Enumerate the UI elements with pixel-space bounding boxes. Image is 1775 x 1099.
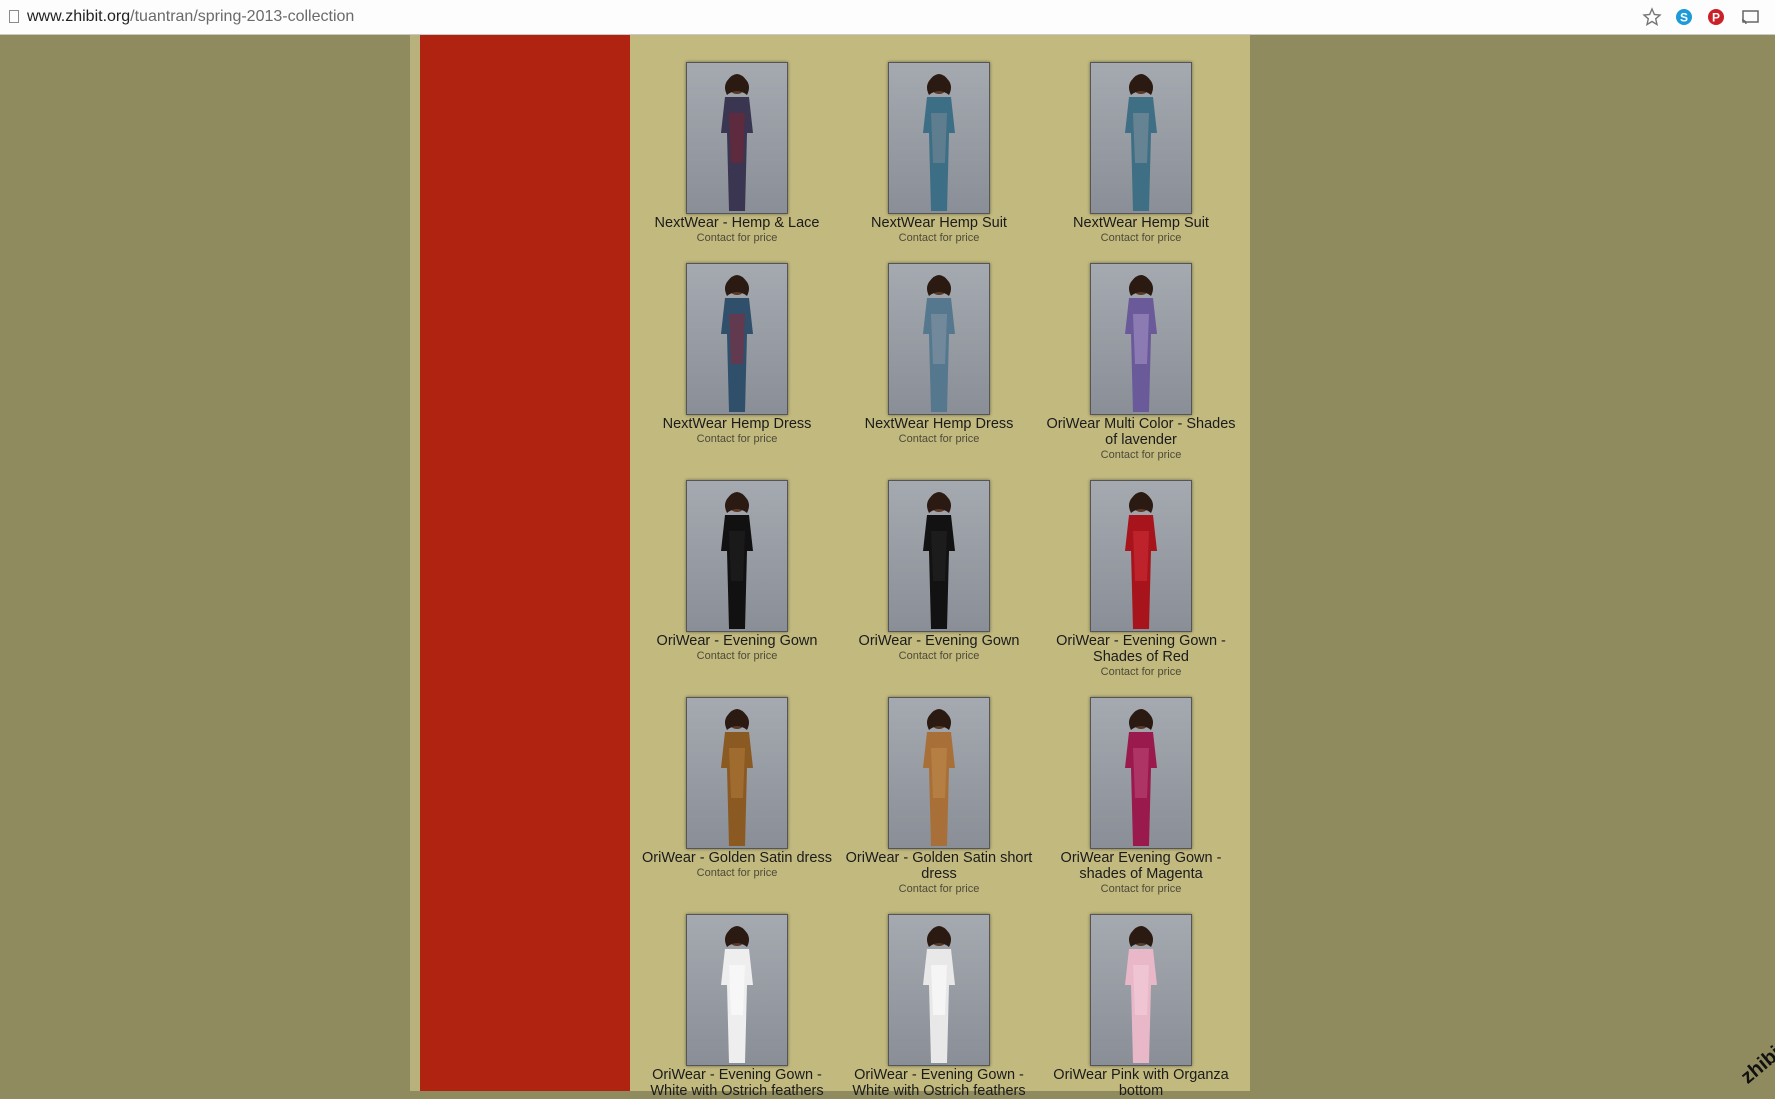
product-price: Contact for price [1100,232,1182,244]
gallery-item[interactable]: OriWear - Evening Gown - White with Ostr… [636,914,838,1099]
svg-text:S: S [1680,11,1688,25]
product-photo[interactable] [888,263,990,415]
product-photo[interactable] [1090,914,1192,1066]
product-name[interactable]: NextWear Hemp Dress [838,416,1040,432]
product-price: Contact for price [696,650,778,662]
product-photo[interactable] [686,62,788,214]
product-name[interactable]: NextWear Hemp Suit [1040,215,1242,231]
skype-icon[interactable]: S [1674,7,1694,27]
product-name[interactable]: OriWear - Evening Gown [636,633,838,649]
gallery-item[interactable]: OriWear Multi Color - Shades of lavender… [1040,263,1242,462]
page-icon [9,10,19,23]
product-photo[interactable] [888,914,990,1066]
product-price: Contact for price [1100,449,1182,461]
url-text[interactable]: www.zhibit.org/tuantran/spring-2013-coll… [27,8,354,26]
gallery-item[interactable]: NextWear - Hemp & Lace Contact for price [636,62,838,245]
product-name[interactable]: NextWear - Hemp & Lace [636,215,838,231]
product-photo[interactable] [1090,263,1192,415]
product-photo[interactable] [888,480,990,632]
gallery-item[interactable]: OriWear - Evening Gown Contact for price [636,480,838,663]
product-photo[interactable] [1090,62,1192,214]
gallery-item[interactable]: OriWear - Evening Gown Contact for price [838,480,1040,663]
red-sidebar [420,35,630,1091]
product-name[interactable]: OriWear - Evening Gown - White with Ostr… [636,1067,838,1099]
product-photo[interactable] [686,697,788,849]
product-name[interactable]: OriWear Multi Color - Shades of lavender [1040,416,1242,448]
page-background [0,35,410,1091]
gallery-item[interactable]: OriWear Evening Gown - shades of Magenta… [1040,697,1242,896]
gallery-item[interactable]: NextWear Hemp Dress Contact for price [636,263,838,446]
product-price: Contact for price [696,867,778,879]
product-photo[interactable] [888,697,990,849]
product-price: Contact for price [898,433,980,445]
gallery-item[interactable]: OriWear - Evening Gown - White with Ostr… [838,914,1040,1099]
svg-text:P: P [1712,11,1720,25]
product-price: Contact for price [696,232,778,244]
zhibit-watermark: zhibit [1736,1037,1775,1089]
product-name[interactable]: NextWear Hemp Suit [838,215,1040,231]
product-name[interactable]: NextWear Hemp Dress [636,416,838,432]
product-price: Contact for price [898,650,980,662]
sidebar-edge [410,35,420,1091]
bookmark-star-icon[interactable] [1642,7,1662,27]
product-price: Contact for price [696,433,778,445]
gallery-item[interactable]: NextWear Hemp Suit Contact for price [838,62,1040,245]
gallery-item[interactable]: OriWear Pink with Organza bottom [1040,914,1242,1099]
product-price: Contact for price [1100,666,1182,678]
product-price: Contact for price [1100,883,1182,895]
gallery-item[interactable]: NextWear Hemp Suit Contact for price [1040,62,1242,245]
product-name[interactable]: OriWear - Golden Satin dress [636,850,838,866]
product-photo[interactable] [686,914,788,1066]
gallery-item[interactable]: OriWear - Evening Gown - Shades of Red Co… [1040,480,1242,679]
product-photo[interactable] [1090,697,1192,849]
product-name[interactable]: OriWear - Evening Gown - White with Ostr… [838,1067,1040,1099]
product-photo[interactable] [686,263,788,415]
product-price: Contact for price [898,883,980,895]
product-photo[interactable] [1090,480,1192,632]
gallery-item[interactable]: OriWear - Golden Satin short dress Contac… [838,697,1040,896]
product-photo[interactable] [888,62,990,214]
product-name[interactable]: OriWear Pink with Organza bottom [1040,1067,1242,1099]
product-name[interactable]: OriWear - Evening Gown [838,633,1040,649]
url-path: /tuantran/spring-2013-collection [130,8,355,25]
cast-icon[interactable] [1740,7,1760,27]
gallery-item[interactable]: NextWear Hemp Dress Contact for price [838,263,1040,446]
product-name[interactable]: OriWear Evening Gown - shades of Magenta [1040,850,1242,882]
product-name[interactable]: OriWear - Evening Gown - Shades of Red [1040,633,1242,665]
product-photo[interactable] [686,480,788,632]
url-domain: www.zhibit.org [27,8,131,25]
product-name[interactable]: OriWear - Golden Satin short dress [838,850,1040,882]
pinterest-icon[interactable]: P [1706,7,1726,27]
product-price: Contact for price [898,232,980,244]
gallery-item[interactable]: OriWear - Golden Satin dress Contact for … [636,697,838,880]
address-bar[interactable]: www.zhibit.org/tuantran/spring-2013-coll… [0,0,1775,35]
